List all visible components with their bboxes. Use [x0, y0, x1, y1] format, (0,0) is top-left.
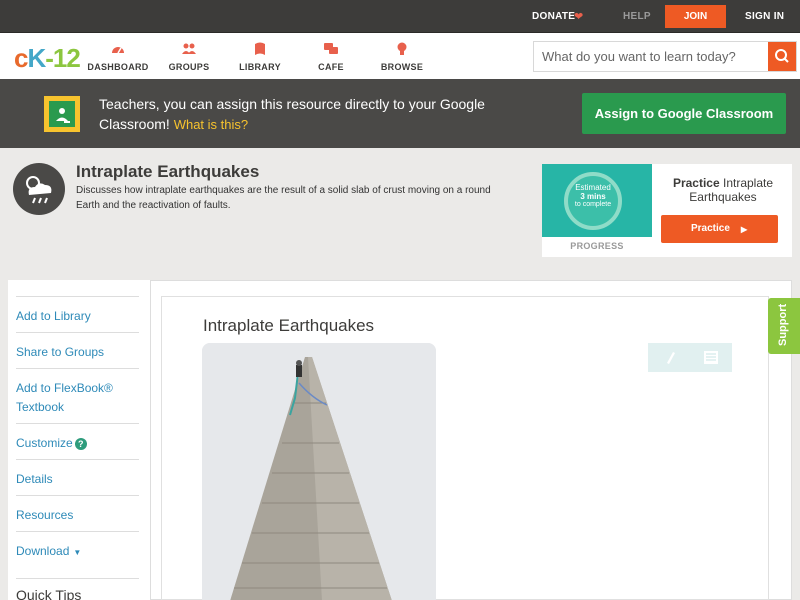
speedometer-icon	[112, 47, 124, 54]
top-bar: DONATE ❤ HELP JOIN SIGN IN	[0, 0, 800, 33]
caret-down-icon: ▼	[73, 548, 82, 557]
groups-icon	[182, 43, 196, 54]
google-classroom-icon	[44, 96, 80, 132]
article-tools	[648, 343, 732, 372]
sidebar: Add to Library Share to Groups Add to Fl…	[8, 280, 151, 600]
sidebar-item-download[interactable]: Download ▼	[16, 531, 139, 562]
practice-card: Estimated 3 mins to complete PROGRESS Pr…	[542, 164, 792, 257]
search-icon	[775, 49, 789, 63]
sidebar-item-add-to-library[interactable]: Add to Library	[16, 296, 139, 326]
nav-groups[interactable]: GROUPS	[149, 41, 229, 72]
monument-climber-photo	[202, 343, 436, 600]
chat-bubbles-icon	[324, 43, 338, 54]
article-title: Intraplate Earthquakes	[203, 316, 375, 335]
notes-icon[interactable]	[690, 343, 732, 372]
lesson-title: Intraplate Earthquakes	[76, 162, 260, 181]
search-button[interactable]	[768, 42, 796, 71]
banner-text: Teachers, you can assign this resource d…	[99, 96, 485, 132]
heart-icon: ❤	[574, 11, 584, 23]
sign-in-link[interactable]: SIGN IN	[745, 11, 784, 22]
lesson-header: Intraplate Earthquakes Discusses how int…	[0, 148, 800, 280]
search-input[interactable]	[534, 42, 770, 71]
sidebar-item-add-to-flexbook[interactable]: Add to FlexBook® Textbook	[16, 368, 139, 417]
nav-dashboard[interactable]: DASHBOARD	[78, 41, 158, 72]
chevron-right-icon: ▸	[741, 222, 748, 236]
help-link[interactable]: HELP	[623, 11, 651, 22]
library-icon	[255, 42, 265, 55]
pencil-icon[interactable]	[648, 343, 690, 372]
google-classroom-banner: Teachers, you can assign this resource d…	[0, 79, 800, 148]
progress-ring: Estimated 3 mins to complete	[564, 172, 622, 230]
help-icon[interactable]: ?	[74, 438, 87, 450]
progress-image[interactable]: Estimated 3 mins to complete	[542, 164, 652, 237]
lightbulb-icon	[397, 42, 407, 55]
search-bar	[533, 41, 797, 72]
sidebar-item-resources[interactable]: Resources	[16, 495, 139, 525]
main-nav: cK-12 DASHBOARD GROUPS LIBRARY CAFE BROW…	[0, 33, 800, 79]
quick-tips-heading[interactable]: Quick Tips	[16, 578, 139, 600]
article-card: Intraplate Earthquakes	[161, 296, 769, 600]
nav-cafe[interactable]: CAFE	[291, 41, 371, 72]
join-button[interactable]: JOIN	[665, 5, 726, 28]
practice-button[interactable]: Practice ▸	[661, 215, 778, 243]
what-is-this-link[interactable]: What is this?	[174, 117, 248, 132]
progress-label: PROGRESS	[570, 241, 624, 251]
sidebar-item-details[interactable]: Details	[16, 459, 139, 489]
sidebar-item-share-to-groups[interactable]: Share to Groups	[16, 332, 139, 362]
assign-google-classroom-button[interactable]: Assign to Google Classroom	[582, 93, 786, 134]
ck12-logo[interactable]: cK-12	[14, 43, 81, 74]
support-tab[interactable]: Support	[768, 298, 800, 354]
sidebar-item-customize[interactable]: Customize?	[16, 423, 139, 453]
donate-link[interactable]: DONATE	[532, 11, 575, 22]
weather-cloud-icon	[13, 163, 65, 215]
practice-title: Practice Intraplate Earthquakes	[672, 176, 774, 204]
lesson-description: Discusses how intraplate earthquakes are…	[76, 185, 491, 211]
nav-browse[interactable]: BROWSE	[362, 41, 442, 72]
nav-library[interactable]: LIBRARY	[220, 41, 300, 72]
